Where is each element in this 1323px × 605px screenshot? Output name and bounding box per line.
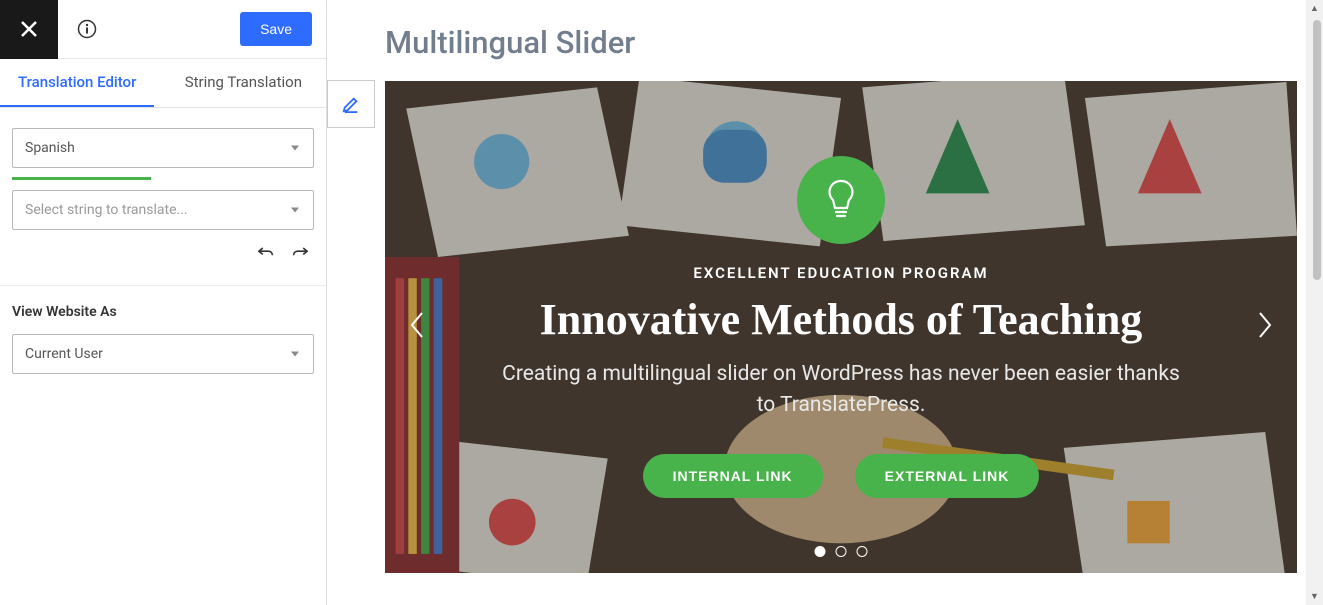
language-progress-bar <box>12 177 151 180</box>
lightbulb-icon <box>823 178 859 222</box>
sidebar-topbar: Save <box>0 0 326 59</box>
close-icon <box>20 20 38 38</box>
slide-icon-circle <box>797 156 885 244</box>
scroll-down-arrow[interactable]: ▼ <box>1306 588 1323 605</box>
view-as-select[interactable]: Current User <box>12 334 314 374</box>
redo-button[interactable] <box>292 244 308 263</box>
slider-prev-button[interactable] <box>397 299 437 355</box>
vertical-scrollbar[interactable]: ▲ ▼ <box>1306 0 1323 605</box>
internal-link-button[interactable]: INTERNAL LINK <box>643 454 823 498</box>
close-button[interactable] <box>0 0 58 59</box>
page-title: Multilingual Slider <box>385 0 1297 81</box>
slider-dots <box>815 546 868 557</box>
slide-eyebrow: EXCELLENT EDUCATION PROGRAM <box>693 264 988 282</box>
scroll-up-arrow[interactable]: ▲ <box>1306 0 1323 17</box>
translation-sidebar: Save Translation Editor String Translati… <box>0 0 327 605</box>
scroll-thumb[interactable] <box>1313 20 1321 280</box>
view-as-value: Current User <box>25 346 103 362</box>
slider-dot-1[interactable] <box>815 546 826 557</box>
undo-icon <box>258 245 274 259</box>
tabs: Translation Editor String Translation <box>0 59 326 108</box>
save-button[interactable]: Save <box>240 12 312 46</box>
slide-headline: Innovative Methods of Teaching <box>540 294 1143 345</box>
slider: EXCELLENT EDUCATION PROGRAM Innovative M… <box>385 81 1297 573</box>
tab-string-translation[interactable]: String Translation <box>167 59 326 107</box>
slide-content: EXCELLENT EDUCATION PROGRAM Innovative M… <box>385 81 1297 573</box>
language-select[interactable]: Spanish <box>12 128 314 168</box>
slide-buttons: INTERNAL LINK EXTERNAL LINK <box>643 454 1040 498</box>
slide-subcopy: Creating a multilingual slider on WordPr… <box>491 359 1191 420</box>
slider-dot-3[interactable] <box>857 546 868 557</box>
view-as-label: View Website As <box>0 285 326 334</box>
slider-dot-2[interactable] <box>836 546 847 557</box>
string-select[interactable]: Select string to translate... <box>12 190 314 230</box>
chevron-right-icon <box>1257 311 1273 339</box>
slider-next-button[interactable] <box>1245 299 1285 355</box>
info-icon <box>77 19 97 39</box>
external-link-button[interactable]: EXTERNAL LINK <box>855 454 1040 498</box>
view-as-panel: Current User <box>0 334 326 396</box>
undo-redo-row <box>12 240 314 273</box>
undo-button[interactable] <box>258 244 274 263</box>
info-button[interactable] <box>58 0 116 59</box>
redo-icon <box>292 245 308 259</box>
language-select-value: Spanish <box>25 140 75 156</box>
tab-translation-editor[interactable]: Translation Editor <box>0 59 154 107</box>
string-select-placeholder: Select string to translate... <box>25 202 188 218</box>
preview-pane: Multilingual Slider <box>327 0 1323 605</box>
chevron-left-icon <box>409 311 425 339</box>
editor-panel: Spanish Select string to translate... <box>0 108 326 285</box>
